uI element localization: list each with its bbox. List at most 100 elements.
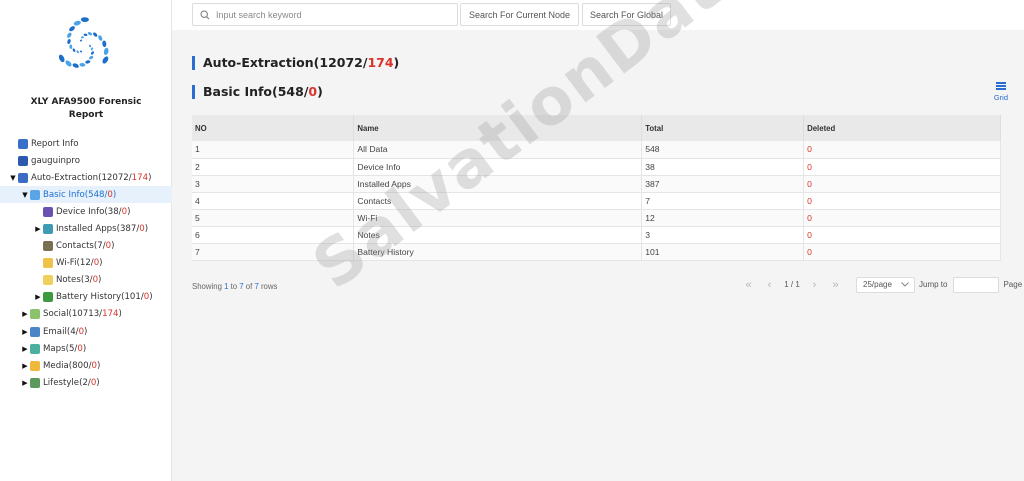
table-cell: Device Info <box>353 158 643 176</box>
maps-icon <box>30 343 40 354</box>
pagination-summary: Showing 1 to 7 of 7 rows <box>192 282 277 291</box>
page-size-select[interactable]: 25/page <box>856 276 915 293</box>
table-cell: Battery History <box>353 243 643 262</box>
table-cell: Installed Apps <box>353 175 643 193</box>
tree-item[interactable]: Wi-Fi(12/0) <box>0 255 172 272</box>
table-cell: All Data <box>353 141 643 159</box>
logo-petal <box>67 32 72 38</box>
pagination: « ‹ 1 / 1 › » 25/page Jump to Page <box>738 276 1022 293</box>
tree-item[interactable]: gauguinpro <box>0 152 172 169</box>
column-header: Name <box>353 115 643 141</box>
table-row[interactable]: 5 Wi-Fi 12 0 <box>192 209 1001 227</box>
logo-petal <box>65 60 72 67</box>
collapse-caret-icon[interactable]: ▶ <box>20 362 30 370</box>
showing-to-word: to <box>228 282 240 291</box>
tree-item-close: ) <box>98 275 102 286</box>
wifi-icon <box>43 258 53 269</box>
logo-petal <box>72 63 79 68</box>
table-row[interactable]: 3 Installed Apps 387 0 <box>192 175 1001 193</box>
tree-item[interactable]: Contacts(7/0) <box>0 238 172 255</box>
media-icon <box>30 360 40 371</box>
collapse-caret-icon[interactable]: ▶ <box>33 293 43 301</box>
showing-rows-word: rows <box>258 282 278 291</box>
tree-item-count: 12/ <box>79 258 94 269</box>
tree-item-count: 5/ <box>68 343 78 354</box>
tree-item-label: Media( <box>43 360 73 371</box>
report-title-line1: XLY AFA9500 Forensic <box>30 97 142 107</box>
prev-page-icon[interactable]: ‹ <box>759 279 780 291</box>
next-page-icon[interactable]: › <box>804 279 825 291</box>
collapse-caret-icon[interactable]: ▶ <box>20 379 30 387</box>
table-cell: 0 <box>803 209 1001 227</box>
first-page-icon[interactable]: « <box>738 279 759 291</box>
tree-item-label: Contacts( <box>56 241 98 252</box>
collapse-caret-icon[interactable]: ▶ <box>20 345 30 353</box>
report-title-line2: Report <box>68 110 104 120</box>
tree-item[interactable]: Notes(3/0) <box>0 272 172 289</box>
logo-petal <box>69 44 73 49</box>
table-row[interactable]: 7 Battery History 101 0 <box>192 243 1001 262</box>
tree-item-deleted: 174 <box>131 172 149 183</box>
collapse-caret-icon[interactable]: ▶ <box>33 225 43 233</box>
tree-item[interactable]: ▶ Maps(5/0) <box>0 340 172 357</box>
tree-item-label: Social( <box>43 309 72 320</box>
basic-info-title: Basic Info(548/0) <box>192 85 323 99</box>
last-page-icon[interactable]: » <box>825 279 846 291</box>
tree-item-label: Email( <box>43 326 71 337</box>
tree-item-close: ) <box>112 189 117 200</box>
logo-petal <box>83 33 88 37</box>
data-table: NO Name Total Deleted 1 All Data 548 0 2 Device … <box>192 115 1001 262</box>
tree-item[interactable]: ▼ Basic Info(548/0) <box>0 186 172 204</box>
collapse-caret-icon[interactable]: ▶ <box>20 310 30 318</box>
report-title: XLY AFA9500 Forensic Report <box>0 96 172 122</box>
search-input[interactable] <box>216 9 446 20</box>
expand-caret-icon[interactable]: ▼ <box>20 191 30 199</box>
grid-icon <box>995 82 1006 90</box>
expand-caret-icon[interactable]: ▼ <box>8 174 18 182</box>
search-current-node-button[interactable]: Search For Current Node <box>460 3 579 26</box>
column-header: Total <box>641 115 805 141</box>
tree-item[interactable]: Device Info(38/0) <box>0 203 172 220</box>
tree-item-label: Installed Apps( <box>56 224 120 235</box>
collapse-caret-icon[interactable]: ▶ <box>20 328 30 336</box>
search-global-button[interactable]: Search For Global <box>582 3 671 26</box>
table-cell: 387 <box>641 175 805 193</box>
grid-view-button[interactable]: Grid <box>994 82 1008 102</box>
lifestyle-icon <box>30 377 40 388</box>
table-cell: 5 <box>192 209 355 227</box>
search-bar: Search For Current Node Search For Globa… <box>172 0 1024 30</box>
logo-petal <box>73 20 81 26</box>
tree-item-count: 2/ <box>82 377 91 388</box>
logo-petal <box>90 47 93 51</box>
logo-petal <box>69 26 75 32</box>
tree-item[interactable]: Report Info <box>0 135 172 152</box>
tree-item[interactable]: ▶ Installed Apps(387/0) <box>0 220 172 237</box>
search-box[interactable] <box>192 3 458 26</box>
tree-item[interactable]: ▶ Lifestyle(2/0) <box>0 374 172 391</box>
auto-extraction-title: Auto-Extraction(12072/174) <box>192 56 399 70</box>
logo-petal <box>67 38 71 45</box>
email-icon <box>30 326 40 337</box>
table-row[interactable]: 2 Device Info 38 0 <box>192 158 1001 176</box>
table-row[interactable]: 6 Notes 3 0 <box>192 226 1001 245</box>
logo-petal <box>103 47 109 55</box>
tree-item[interactable]: ▶ Email(4/0) <box>0 323 172 340</box>
table-row[interactable]: 4 Contacts 7 0 <box>192 192 1001 210</box>
table-cell: 3 <box>192 175 355 193</box>
logo-petal <box>76 50 79 54</box>
tree-item[interactable]: ▼ Auto-Extraction(12072/174) <box>0 169 172 186</box>
tree-item-close: ) <box>118 309 122 320</box>
table-row[interactable]: 1 All Data 548 0 <box>192 141 1001 159</box>
tree-item[interactable]: ▶ Media(800/0) <box>0 357 172 374</box>
table-cell: 38 <box>641 158 805 176</box>
column-header: Deleted <box>803 115 1001 141</box>
tree-item-label: Notes( <box>56 275 85 286</box>
tree-item[interactable]: ▶ Social(10713/174) <box>0 306 172 323</box>
jump-to-label: Jump to <box>919 280 948 289</box>
auto-extraction-title-close: ) <box>393 55 400 70</box>
nav-tree: Report Info gauguinpro ▼ Auto-Extraction(12… <box>0 135 172 391</box>
table-body: 1 All Data 548 0 2 Device Info 38 0 3 Installed A… <box>192 141 1001 262</box>
tree-item[interactable]: ▶ Battery History(101/0) <box>0 289 172 306</box>
table-cell: Wi-Fi <box>353 209 643 227</box>
jump-to-input[interactable] <box>953 276 1000 293</box>
